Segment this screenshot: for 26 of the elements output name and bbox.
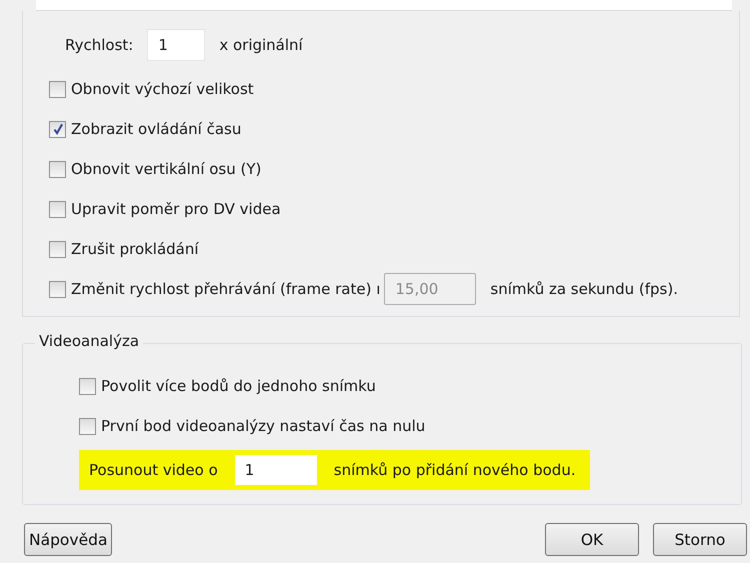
- option-label: Upravit poměr pro DV videa: [71, 200, 281, 218]
- speed-label: Rychlost:: [65, 36, 134, 54]
- input-field[interactable]: 1: [234, 454, 318, 486]
- help-button[interactable]: Nápověda: [24, 523, 112, 556]
- option-label: Zrušit prokládání: [71, 240, 199, 258]
- checkbox[interactable]: [49, 120, 66, 138]
- option-label: Zobrazit ovládání času: [71, 120, 242, 138]
- input-field[interactable]: 1: [147, 29, 206, 61]
- checkbox[interactable]: [49, 240, 66, 258]
- checkbox[interactable]: [49, 200, 66, 218]
- option-label: Změnit rychlost přehrávání (frame rate) ı: [71, 280, 380, 298]
- group-title: Videoanalýza: [35, 332, 144, 350]
- option-label: Obnovit výchozí velikost: [71, 80, 254, 98]
- fps-unit: snímků za sekundu (fps).: [490, 280, 678, 298]
- ok-button[interactable]: OK: [545, 523, 639, 556]
- cancel-button[interactable]: Storno: [653, 523, 747, 556]
- speed-unit: x originální: [219, 36, 303, 54]
- checkbox[interactable]: [49, 160, 66, 178]
- option-label: Obnovit vertikální osu (Y): [71, 160, 262, 178]
- checkbox[interactable]: [79, 418, 96, 434]
- option-label: Povolit více bodů do jednoho snímku: [101, 377, 376, 395]
- advance-unit: snímků po přidání nového bodu.: [334, 461, 576, 479]
- advance-label: Posunout video o: [89, 461, 218, 479]
- checkbox[interactable]: [79, 378, 96, 394]
- option-label: První bod videoanalýzy nastaví čas na nulu: [101, 417, 426, 435]
- checkbox[interactable]: [49, 80, 66, 98]
